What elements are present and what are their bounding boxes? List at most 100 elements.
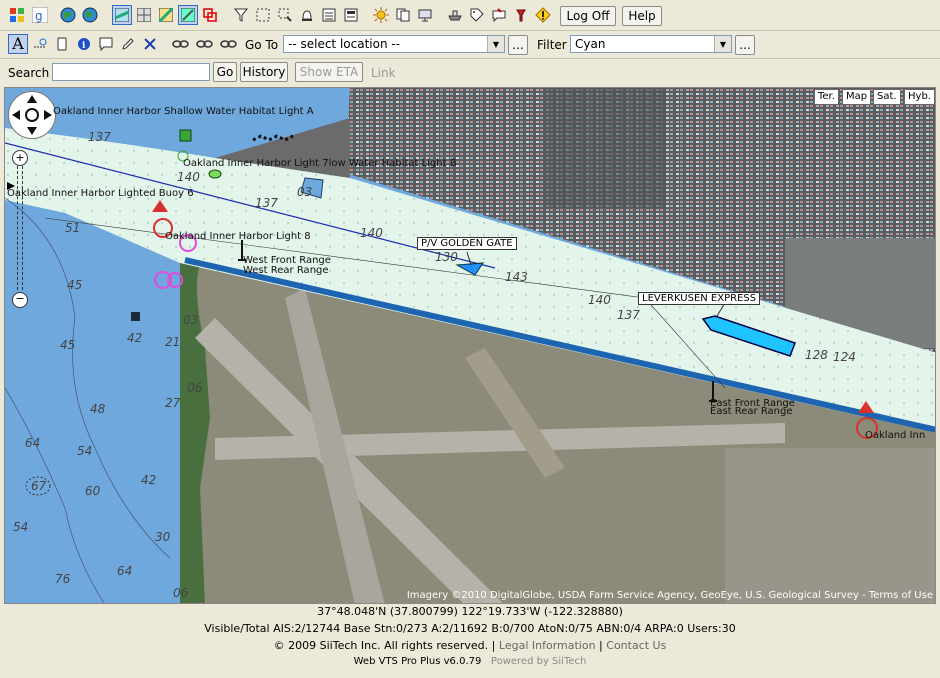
sun-icon[interactable] (371, 5, 391, 25)
depth-sounding: 30 (155, 530, 171, 544)
depth-sounding: 140 (177, 170, 200, 184)
goto-select[interactable]: -- select location -- ▼ (283, 35, 505, 53)
message-icon[interactable] (489, 5, 509, 25)
globe-icon[interactable] (58, 5, 78, 25)
zoom-slider-track[interactable] (17, 166, 23, 290)
pin-icon[interactable] (511, 5, 531, 25)
depth-sounding: 42 (127, 331, 143, 345)
terrain-layer-icon[interactable] (156, 5, 176, 25)
green-beacon-icon[interactable] (179, 129, 192, 142)
depth-sounding: 140 (588, 293, 611, 307)
label-habitat-light-b: Oakland Inner Harbor Light 7low Water Ha… (183, 158, 457, 169)
search-toolbar: Search Go History Show ETA Link (0, 59, 940, 85)
filter-more-button[interactable]: ... (735, 35, 755, 55)
satellite-layer-icon[interactable] (178, 5, 198, 25)
link-label[interactable]: Link (371, 66, 396, 80)
depth-sounding: 51 (65, 221, 81, 235)
warning-icon[interactable] (533, 5, 553, 25)
map-type-map[interactable]: Map (842, 89, 872, 105)
help-button[interactable]: Help (622, 6, 662, 26)
secondary-toolbar: A i Go To -- select location -- ▼ ... Fil… (0, 31, 940, 59)
link-three-icon[interactable] (218, 34, 240, 54)
map-type-terrain[interactable]: Ter. (814, 89, 839, 105)
ship-label-leverkusen[interactable]: LEVERKUSEN EXPRESS (638, 292, 761, 305)
map-view[interactable]: + − Ter. Map Sat. Hyb. Oakland Inner Har… (4, 87, 936, 604)
goto-more-button[interactable]: ... (508, 35, 528, 55)
depth-sounding: 124 (833, 350, 856, 364)
grid-layer-icon[interactable] (134, 5, 154, 25)
log-off-button[interactable]: Log Off (560, 6, 616, 26)
map-type-hybrid[interactable]: Hyb. (904, 89, 935, 105)
copy-icon[interactable] (393, 5, 413, 25)
legal-link[interactable]: Legal Information (499, 639, 596, 652)
show-eta-button[interactable]: Show ETA (295, 62, 363, 82)
depth-sounding: 03 (297, 185, 313, 199)
link-one-icon[interactable] (170, 34, 192, 54)
vessel-list-icon[interactable] (445, 5, 465, 25)
depth-sounding: 140 (360, 226, 383, 240)
contact-link[interactable]: Contact Us (606, 639, 666, 652)
windows-logo-icon[interactable] (7, 5, 27, 25)
depth-sounding: 137 (617, 308, 640, 322)
filter-select-value: Cyan (575, 37, 606, 51)
list-icon[interactable] (319, 5, 339, 25)
depth-sounding: 45 (60, 338, 76, 352)
depth-sounding: 143 (505, 270, 528, 284)
zoom-out-button[interactable]: − (12, 292, 28, 308)
measure-tool-icon[interactable] (30, 34, 50, 54)
footer-links: © 2009 SiiTech Inc. All rights reserved.… (0, 639, 940, 652)
depth-sounding: 06 (187, 381, 203, 395)
depth-sounding: 137 (255, 196, 278, 210)
filter-select[interactable]: Cyan ▼ (570, 35, 732, 53)
text-tool-icon[interactable]: A (8, 34, 28, 54)
depth-sounding: 60 (85, 484, 101, 498)
zoom-area-icon[interactable] (275, 5, 295, 25)
link-two-icon[interactable] (194, 34, 216, 54)
select-area-icon[interactable] (253, 5, 273, 25)
pencil-icon[interactable] (118, 34, 138, 54)
history-button[interactable]: History (240, 62, 288, 82)
map-type-satellite[interactable]: Sat. (873, 89, 901, 105)
depth-sounding: 45 (67, 278, 83, 292)
chart-layer-icon[interactable] (112, 5, 132, 25)
east-neighborhood (725, 448, 935, 603)
filter-icon[interactable] (231, 5, 251, 25)
depth-sounding: 27 (165, 396, 181, 410)
map-canvas (5, 88, 935, 603)
info-icon[interactable]: i (74, 34, 94, 54)
label-light-8: Oakland Inner Harbor Light 8 (165, 231, 311, 242)
pan-control[interactable] (8, 91, 56, 139)
footer-separator: | (491, 639, 496, 652)
label-lighted-buoy-6: Oakland Inner Harbor Lighted Buoy 6 (7, 188, 194, 199)
label-oakland-inner: Oakland Inn (865, 430, 926, 441)
depth-sounding: 48 (90, 402, 106, 416)
main-toolbar: g Log Off Help (0, 0, 940, 31)
clear-icon[interactable] (140, 34, 160, 54)
chevron-down-icon[interactable]: ▼ (487, 36, 504, 52)
green-buoy-icon[interactable] (208, 169, 222, 179)
tag-icon[interactable] (467, 5, 487, 25)
label-east-rear-range: East Rear Range (710, 406, 793, 417)
depth-sounding: 64 (117, 564, 133, 578)
terminal-yard (545, 88, 665, 208)
zoom-in-button[interactable]: + (12, 150, 28, 166)
search-input[interactable] (52, 63, 210, 81)
note-icon[interactable] (96, 34, 116, 54)
depth-sounding: 137 (88, 130, 111, 144)
device-icon[interactable] (52, 34, 72, 54)
report-icon[interactable] (341, 5, 361, 25)
label-habitat-light-a: Oakland Inner Harbor Shallow Water Habit… (53, 106, 314, 117)
alarm-bell-icon[interactable] (297, 5, 317, 25)
imagery-attribution[interactable]: Imagery ©2010 DigitalGlobe, USDA Farm Se… (407, 590, 933, 601)
google-icon[interactable]: g (30, 5, 50, 25)
go-button[interactable]: Go (213, 62, 237, 82)
monitor-icon[interactable] (415, 5, 435, 25)
overlay-layer-icon[interactable] (200, 5, 220, 25)
dark-marker-icon[interactable] (131, 312, 140, 321)
ship-label-golden-gate[interactable]: P/V GOLDEN GATE (417, 237, 517, 250)
depth-sounding: 54 (13, 520, 29, 534)
label-west-rear-range: West Rear Range (243, 265, 329, 276)
search-label: Search (8, 66, 50, 80)
globe-settings-icon[interactable] (80, 5, 100, 25)
chevron-down-icon[interactable]: ▼ (714, 36, 731, 52)
